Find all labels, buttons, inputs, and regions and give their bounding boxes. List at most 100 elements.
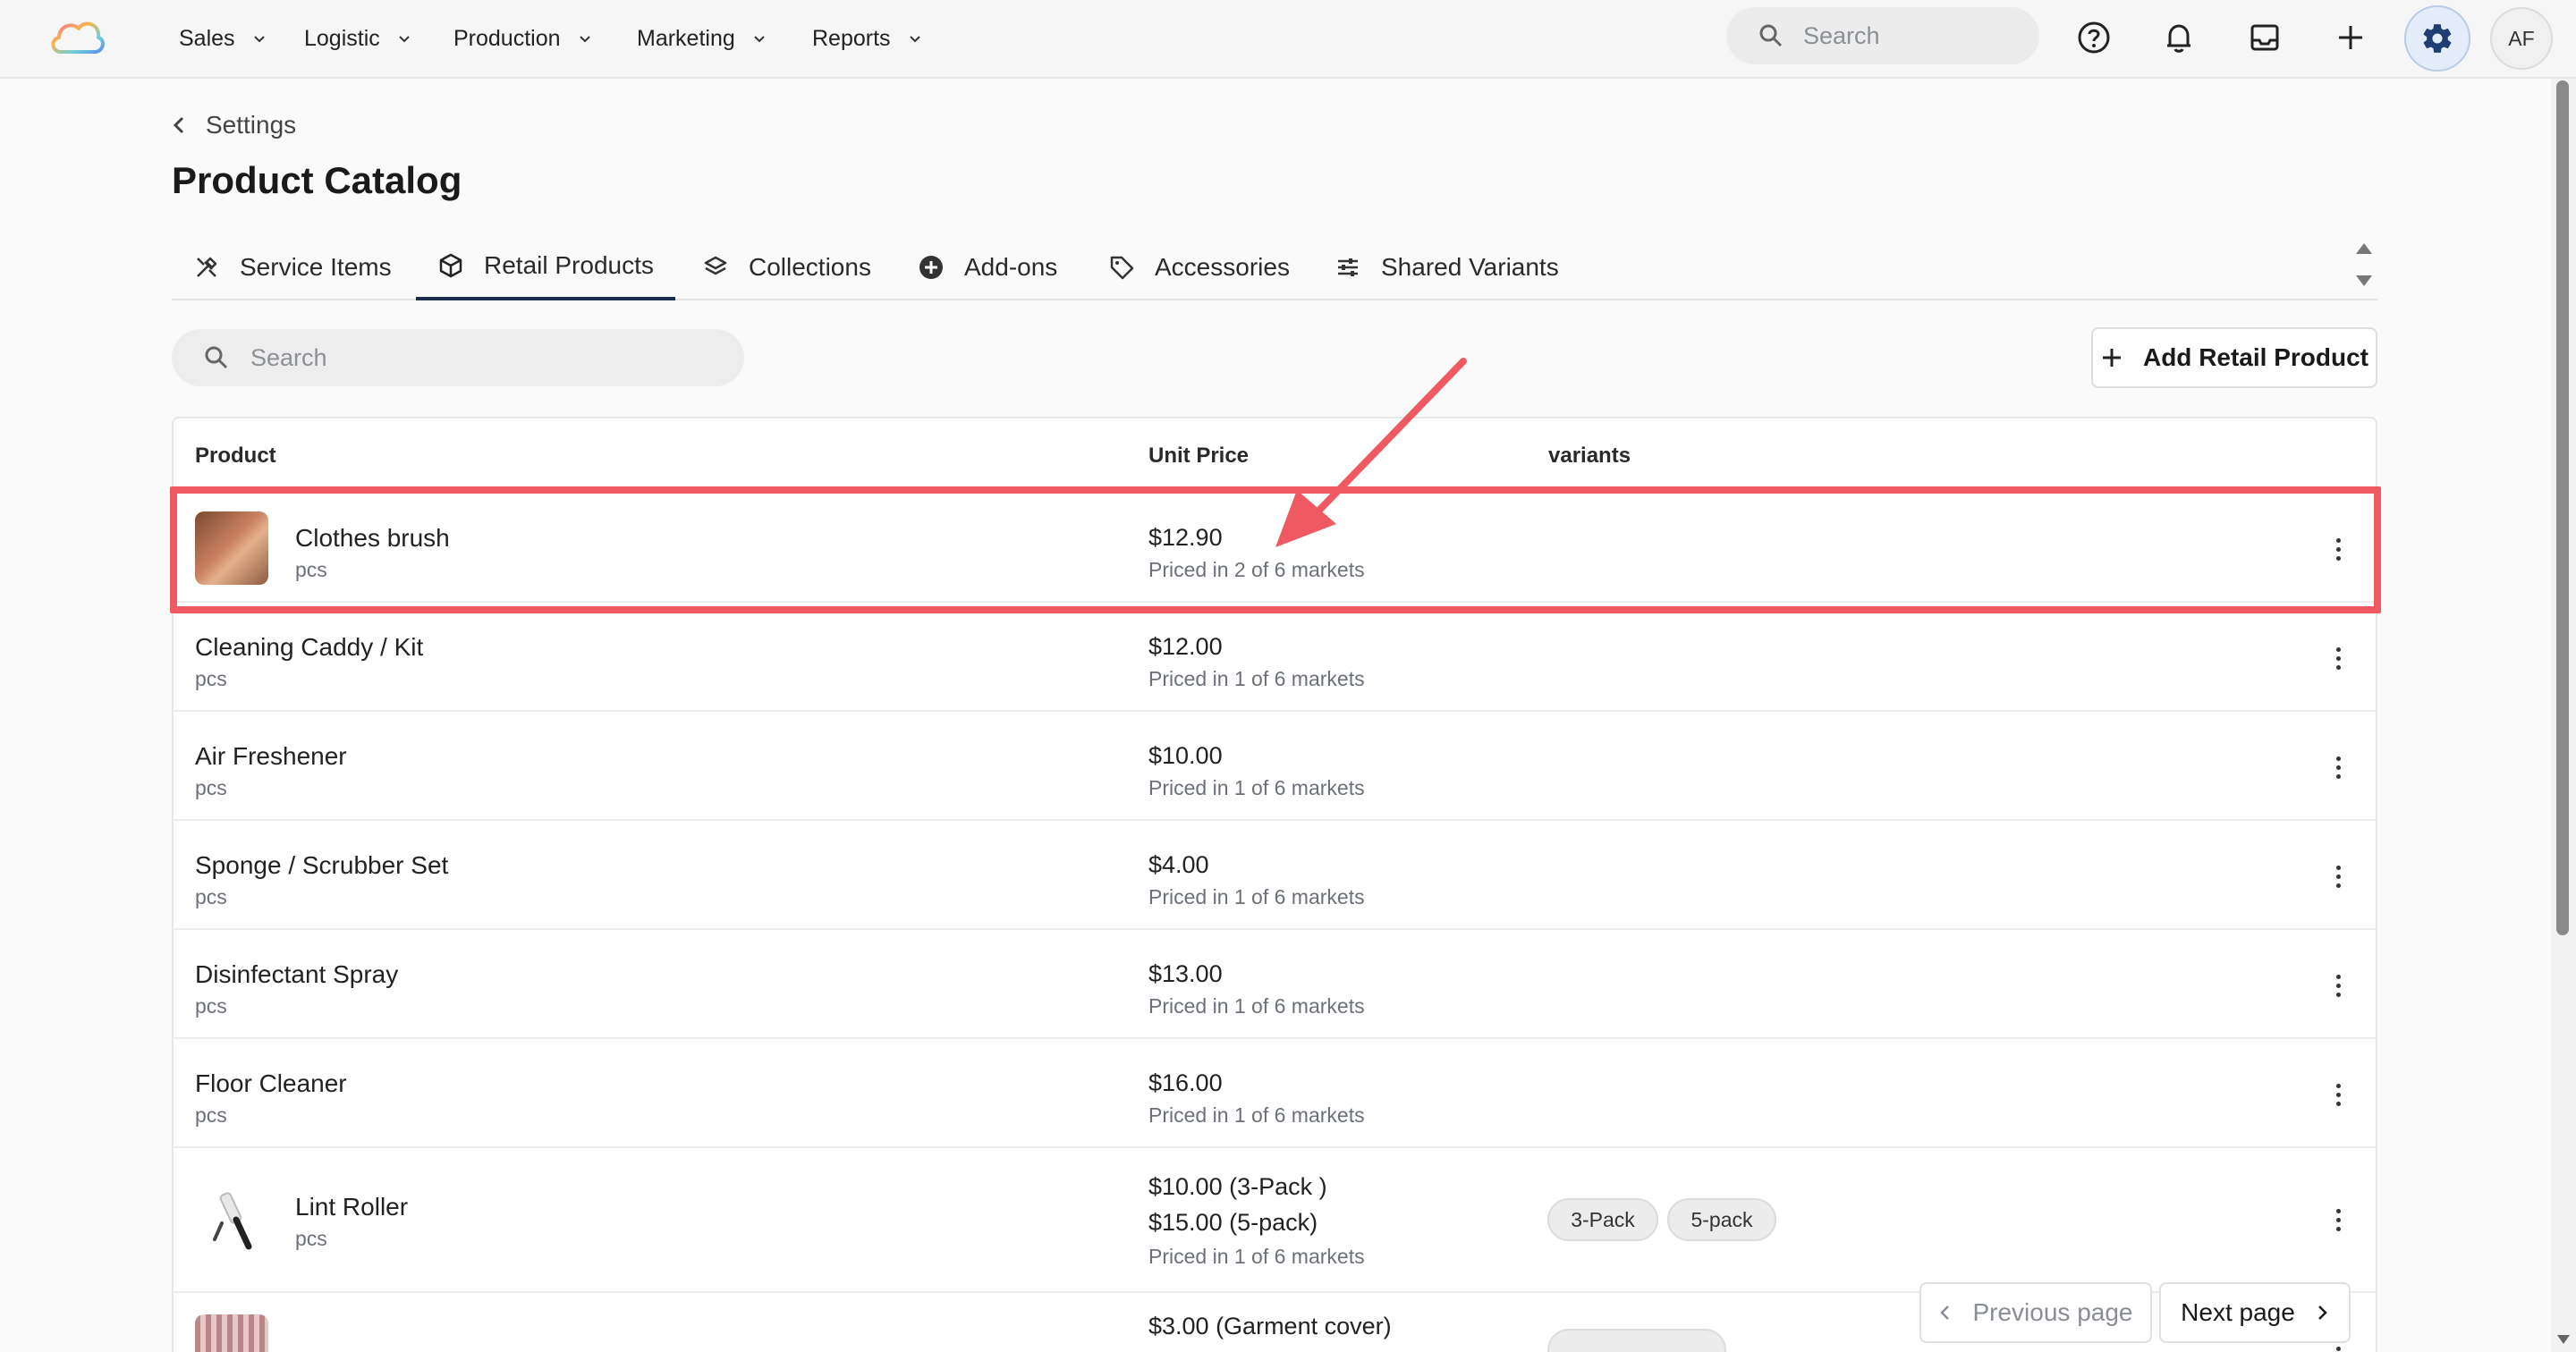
product-unit: pcs [195, 776, 227, 799]
create-button[interactable] [2326, 13, 2376, 63]
product-markets: Priced in 1 of 6 markets [1148, 667, 1365, 690]
layers-icon [704, 256, 727, 275]
search-icon [205, 346, 228, 369]
sliders-icon [1338, 258, 1358, 276]
tab-collections[interactable]: Collections [702, 234, 871, 300]
previous-page-button[interactable]: Previous page [1919, 1282, 2152, 1343]
table-row[interactable]: Sponge / Scrubber Set pcs $4.00 Priced i… [174, 819, 2376, 928]
inbox-icon [2250, 24, 2279, 51]
product-price: $10.00 [1148, 742, 1223, 769]
product-markets: Priced in 1 of 6 markets [1148, 1103, 1365, 1127]
product-markets: Priced in 1 of 6 markets [1148, 776, 1365, 799]
variant-chip[interactable]: 5-pack [1667, 1198, 1776, 1241]
nav-marketing-label: Marketing [637, 25, 735, 51]
product-price-secondary: $15.00 (5-pack) [1148, 1209, 1318, 1236]
page-title: Product Catalog [172, 159, 462, 201]
inbox-button[interactable] [2240, 13, 2290, 63]
plus-circle-icon [919, 256, 943, 279]
product-price: $16.00 [1148, 1069, 1223, 1096]
add-retail-product-label: Add Retail Product [2142, 343, 2368, 371]
product-unit: pcs [195, 1103, 227, 1127]
next-page-button[interactable]: Next page [2159, 1282, 2351, 1343]
row-actions-button[interactable] [2327, 751, 2349, 783]
notifications-button[interactable] [2154, 13, 2204, 63]
tab-label: Add-ons [964, 253, 1058, 281]
top-bar: Sales Logistic Production Marketing Repo… [0, 0, 2576, 79]
column-header-unit-price: Unit Price [1148, 444, 1250, 468]
back-to-settings-link[interactable]: Settings [170, 111, 296, 139]
nav-production[interactable]: Production [453, 0, 593, 77]
chevron-left-icon [173, 116, 184, 134]
product-thumbnail [195, 1184, 268, 1257]
product-name[interactable]: Disinfectant Spray [195, 960, 398, 989]
bell-icon [2167, 24, 2190, 53]
lint-roller-image [213, 1192, 252, 1250]
tab-label: Shared Variants [1381, 253, 1559, 281]
global-search-input[interactable]: Search [1726, 7, 2039, 64]
product-name[interactable]: Lint Roller [295, 1193, 408, 1221]
product-search-input[interactable]: Search [172, 329, 744, 386]
variant-chip[interactable]: 3-Pack [1547, 1198, 1658, 1241]
row-actions-button[interactable] [2327, 642, 2349, 674]
row-actions-button[interactable] [2327, 1204, 2349, 1236]
help-button[interactable] [2069, 13, 2119, 63]
product-name[interactable]: Cleaning Caddy / Kit [195, 633, 423, 662]
tab-add-ons[interactable]: Add-ons [918, 234, 1057, 300]
box-icon [439, 253, 462, 278]
product-markets: Priced in 1 of 6 markets [1148, 1245, 1365, 1268]
nav-logistic-label: Logistic [304, 25, 380, 51]
tabs-scroll-control[interactable] [2351, 234, 2377, 297]
add-retail-product-button[interactable]: Add Retail Product [2091, 327, 2377, 388]
product-name[interactable]: Sponge / Scrubber Set [195, 851, 448, 880]
product-name[interactable]: Floor Cleaner [195, 1069, 347, 1098]
product-price: $10.00 (3-Pack ) [1148, 1173, 1327, 1200]
table-row[interactable]: Floor Cleaner pcs $16.00 Priced in 1 of … [174, 1037, 2376, 1146]
more-icon [2335, 865, 2341, 870]
nav-logistic[interactable]: Logistic [304, 0, 412, 77]
cloud-logo-icon[interactable] [47, 13, 107, 59]
row-actions-button[interactable] [2327, 860, 2349, 892]
nav-marketing[interactable]: Marketing [637, 0, 767, 77]
table-row[interactable]: Disinfectant Spray pcs $13.00 Priced in … [174, 928, 2376, 1037]
nav-production-label: Production [453, 25, 561, 51]
table-row[interactable]: Air Freshener pcs $10.00 Priced in 1 of … [174, 710, 2376, 819]
chevron-right-icon [2318, 1306, 2327, 1320]
product-markets: Priced in 1 of 6 markets [1148, 994, 1365, 1018]
product-unit: pcs [195, 885, 227, 908]
row-actions-button[interactable] [2327, 969, 2349, 1001]
product-search-placeholder: Search [250, 343, 327, 371]
plus-icon [2102, 349, 2121, 367]
table-row[interactable]: Cleaning Caddy / Kit pcs $12.00 Priced i… [174, 601, 2376, 710]
help-icon [2078, 21, 2110, 54]
tab-shared-variants[interactable]: Shared Variants [1335, 234, 1559, 300]
tab-accessories[interactable]: Accessories [1108, 234, 1290, 300]
nav-reports-label: Reports [812, 25, 891, 51]
product-unit: pcs [195, 994, 227, 1018]
nav-reports[interactable]: Reports [812, 0, 923, 77]
column-header-variants: variants [1548, 444, 1631, 468]
avatar-initials: AF [2508, 26, 2535, 50]
scroll-down-arrow-icon[interactable] [2555, 1332, 2572, 1347]
product-thumbnail [195, 1314, 268, 1352]
table-row[interactable]: Lint Roller pcs $10.00 (3-Pack ) $15.00 … [174, 1146, 2376, 1291]
page-scrollbar-thumb[interactable] [2556, 80, 2569, 935]
user-avatar[interactable]: AF [2490, 7, 2553, 70]
chevron-left-icon [1940, 1306, 1950, 1320]
tab-service-items[interactable]: Service Items [193, 234, 392, 300]
chevron-down-icon [754, 36, 765, 43]
variant-chip[interactable] [1547, 1329, 1726, 1352]
nav-sales[interactable]: Sales [179, 0, 267, 77]
product-price: $12.00 [1148, 633, 1223, 660]
search-icon [1759, 24, 1783, 47]
plus-icon [2339, 26, 2362, 49]
product-markets: Priced in 1 of 6 markets [1148, 885, 1365, 908]
product-price: $13.00 [1148, 960, 1223, 987]
catalog-tabs: Service Items Retail Products Collection… [172, 234, 2377, 300]
column-header-product: Product [195, 444, 276, 468]
row-actions-button[interactable] [2327, 1078, 2349, 1111]
tab-label: Service Items [240, 253, 392, 281]
settings-button[interactable] [2404, 5, 2470, 72]
scroll-up-down-icon [2356, 243, 2372, 286]
product-name[interactable]: Air Freshener [195, 742, 347, 771]
tab-retail-products[interactable]: Retail Products [416, 234, 675, 300]
